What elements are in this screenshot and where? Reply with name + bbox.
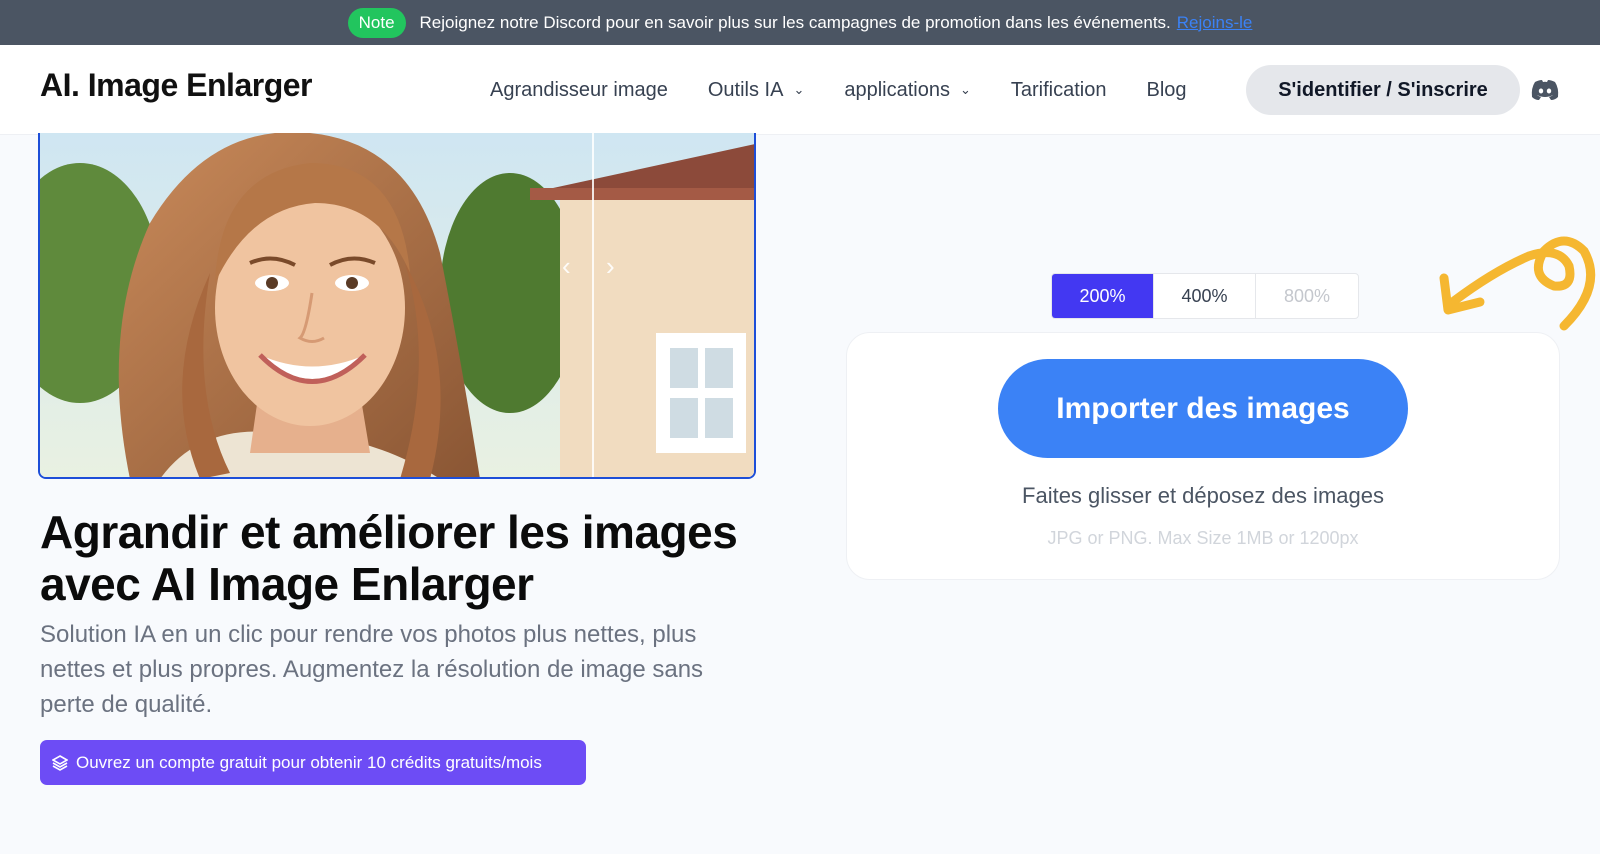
announcement-message: Rejoignez notre Discord pour en savoir p… [419,12,1171,32]
main-nav: Agrandisseur image Outils IA ⌄ applicati… [490,45,1187,135]
join-discord-link[interactable]: Rejoins-le [1177,13,1253,32]
free-account-button[interactable]: Ouvrez un compte gratuit pour obtenir 10… [40,740,586,785]
scale-800-button[interactable]: 800% [1256,274,1358,318]
chevron-down-icon: ⌄ [793,82,805,97]
drag-drop-hint: Faites glisser et déposez des images [1022,483,1384,508]
import-images-button[interactable]: Importer des images [998,359,1408,458]
announcement-text: Rejoignez notre Discord pour en savoir p… [420,13,1253,33]
site-header: AI. Image Enlarger Agrandisseur image Ou… [0,45,1600,135]
chevron-down-icon: ⌄ [959,82,971,97]
scale-200-button[interactable]: 200% [1052,274,1154,318]
nav-label: Tarification [1010,78,1107,101]
note-badge: Note [347,7,406,38]
nav-label: Outils IA [707,78,784,101]
nav-blog[interactable]: Blog [1147,79,1187,102]
nav-label: Agrandisseur image [490,78,668,101]
scale-selector: 200% 400% 800% [1051,273,1359,319]
page-description: Solution IA en un clic pour rendre vos p… [40,621,704,718]
portrait-photo [40,133,754,477]
page-title: Agrandir et améliorer les images avec AI… [40,506,738,610]
discord-icon[interactable] [1530,79,1560,101]
nav-tarification[interactable]: Tarification [1011,79,1107,102]
scale-400-button[interactable]: 400% [1154,274,1256,318]
chevron-left-icon[interactable]: ‹ [562,251,571,282]
chevron-right-icon[interactable]: › [606,251,615,282]
nav-label: applications [844,78,950,101]
site-logo[interactable]: AI. Image Enlarger [40,67,312,104]
layers-icon [52,754,68,771]
nav-outils-ia[interactable]: Outils IA ⌄ [708,79,804,102]
before-after-image[interactable]: ‹ › [38,133,756,479]
announcement-bar: Note Rejoignez notre Discord pour en sav… [0,0,1600,45]
curly-arrow-icon [1439,236,1596,331]
nav-label: Blog [1146,78,1187,101]
login-signup-button[interactable]: S'identifier / S'inscrire [1246,65,1520,115]
free-account-label: Ouvrez un compte gratuit pour obtenir 10… [76,752,542,772]
comparison-slider-handle[interactable] [592,133,594,477]
file-limit-hint: JPG or PNG. Max Size 1MB or 1200px [1047,528,1359,548]
nav-applications[interactable]: applications ⌄ [844,79,971,102]
nav-agrandisseur-image[interactable]: Agrandisseur image [490,79,668,102]
